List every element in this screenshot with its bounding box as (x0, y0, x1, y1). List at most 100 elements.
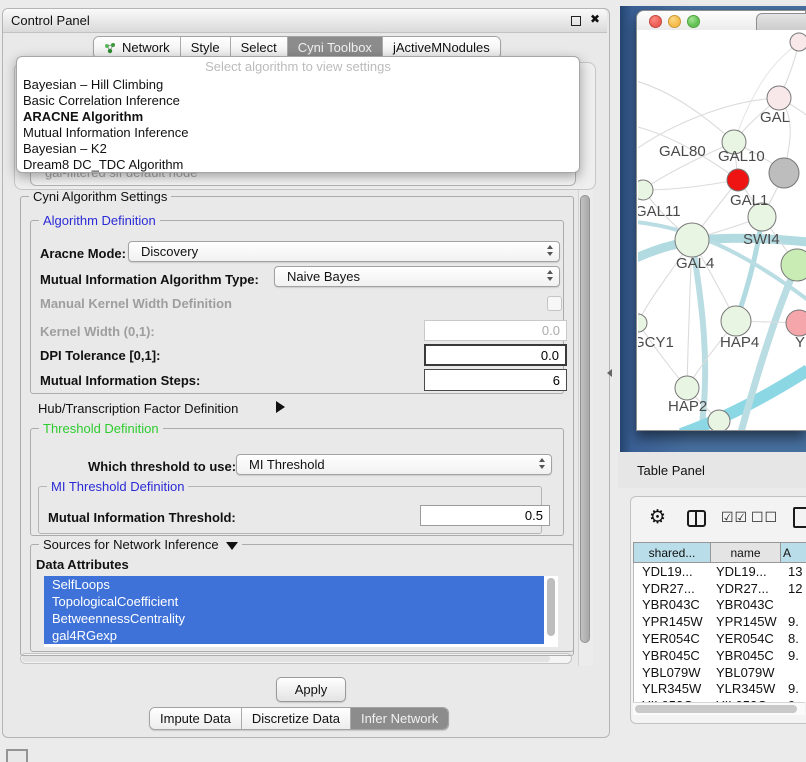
kernel-width-field[interactable]: 0.0 (424, 320, 567, 341)
settings-horizontal-scrollbar-thumb[interactable] (22, 655, 550, 662)
apply-button[interactable]: Apply (276, 677, 346, 702)
select-none-icon[interactable]: ☐☐ (751, 509, 778, 526)
tab-select[interactable]: Select (230, 37, 287, 58)
which-threshold-combo[interactable]: MI Threshold (236, 454, 552, 475)
table-row[interactable]: YBL079WYBL079W (634, 664, 806, 681)
algorithm-dropdown: Select algorithm to view settings Bayesi… (16, 56, 580, 173)
table-row[interactable]: YDR27...YDR27...12 (634, 580, 806, 597)
node-label: GAL1 (730, 192, 768, 209)
network-window-titlebar[interactable] (637, 11, 805, 30)
sources-collapse-arrow-icon[interactable] (226, 542, 238, 550)
tab-infer-network[interactable]: Infer Network (350, 708, 448, 729)
table-horizontal-scrollbar[interactable] (633, 702, 805, 715)
mi-threshold-field[interactable]: 0.5 (420, 505, 550, 526)
tab-jactivemnodules[interactable]: jActiveMNodules (382, 37, 500, 58)
close-traffic-light-icon[interactable] (649, 15, 662, 28)
table-row[interactable]: YBR043CYBR043C (634, 597, 806, 614)
network-node[interactable] (675, 376, 699, 400)
column-header-name[interactable]: name (711, 542, 781, 563)
table-horizontal-scrollbar-thumb[interactable] (635, 705, 797, 713)
network-nodes[interactable] (638, 33, 806, 430)
algorithm-option-selected[interactable]: ARACNE Algorithm (17, 109, 579, 125)
table-row[interactable]: YDL19...YDL19...13 (634, 563, 806, 580)
cell: YDR27... (634, 581, 712, 596)
network-node[interactable] (675, 223, 709, 257)
node-label: GAL11 (638, 203, 681, 220)
network-node[interactable] (638, 314, 647, 332)
table-rows[interactable]: YDL19...YDL19...13 YDR27...YDR27...12 YB… (633, 563, 806, 702)
hub-definition-expander[interactable]: Hub/Transcription Factor Definition (38, 401, 238, 416)
float-icon[interactable] (571, 16, 581, 26)
document-icon[interactable] (793, 507, 806, 528)
attributes-list-scrollbar[interactable] (546, 578, 556, 644)
zoom-traffic-light-icon[interactable] (687, 15, 700, 28)
algorithm-option[interactable]: Dream8 DC_TDC Algorithm (17, 157, 579, 173)
cell: 9. (782, 648, 806, 663)
sources-legend: Sources for Network Inference (39, 537, 242, 552)
split-columns-icon[interactable] (687, 510, 706, 527)
select-all-icon[interactable]: ☑☑ (721, 509, 748, 526)
data-attributes-list[interactable]: SelfLoops TopologicalCoefficient Between… (44, 576, 558, 647)
network-node[interactable] (790, 33, 806, 51)
column-header-partial[interactable]: A (781, 542, 806, 563)
attribute-item-selected[interactable]: BetweennessCentrality (44, 610, 544, 627)
network-node[interactable] (721, 306, 751, 336)
mi-type-value: Naive Bayes (287, 269, 360, 284)
network-node[interactable] (767, 86, 791, 110)
network-node-gray[interactable] (769, 158, 799, 188)
hub-definition-label: Hub/Transcription Factor Definition (38, 401, 238, 416)
cell: 12 (782, 581, 806, 596)
node-label: GCY1 (638, 334, 674, 351)
hub-expander-arrow-icon[interactable] (276, 401, 285, 413)
node-label: HAP2 (668, 398, 707, 415)
table-row[interactable]: YPR145WYPR145W9. (634, 613, 806, 630)
mi-steps-value: 6 (553, 373, 560, 388)
mi-threshold-value: 0.5 (525, 508, 543, 523)
column-header-shared[interactable]: shared... (633, 542, 711, 563)
network-canvas[interactable]: GAL80 GAL10 GAL11 GAL1 SWI4 GAL4 GCY1 HA… (638, 30, 806, 430)
cell: YER054C (634, 631, 712, 646)
close-icon[interactable]: ✖ (590, 12, 600, 26)
network-tab-icon (104, 42, 117, 54)
combo-arrows-icon (547, 270, 553, 281)
mi-steps-field[interactable]: 6 (424, 369, 567, 391)
manual-kernel-checkbox[interactable] (547, 296, 562, 311)
network-view-window[interactable]: GAL80 GAL10 GAL11 GAL1 SWI4 GAL4 GCY1 HA… (636, 10, 806, 431)
minimize-traffic-light-icon[interactable] (668, 15, 681, 28)
tab-style[interactable]: Style (180, 37, 230, 58)
node-label: GAL4 (676, 255, 714, 272)
gear-icon[interactable]: ⚙ (649, 506, 666, 529)
table-row[interactable]: YER054CYER054C8. (634, 630, 806, 647)
control-panel-titlebar[interactable]: Control Panel ✖ (3, 9, 607, 33)
network-node-red[interactable] (727, 169, 749, 191)
table-row[interactable]: YLR345WYLR345W9. (634, 681, 806, 698)
mi-threshold-legend: MI Threshold Definition (47, 479, 188, 494)
settings-vertical-scrollbar[interactable] (578, 190, 593, 666)
aracne-mode-combo[interactable]: Discovery (128, 241, 560, 262)
attribute-item-selected[interactable]: TopologicalCoefficient (44, 593, 544, 610)
algorithm-option[interactable]: Bayesian – Hill Climbing (17, 77, 579, 93)
minimized-panel-icon[interactable] (6, 749, 28, 762)
attributes-list-scrollbar-thumb[interactable] (547, 578, 555, 636)
algorithm-option[interactable]: Basic Correlation Inference (17, 93, 579, 109)
settings-vertical-scrollbar-thumb[interactable] (580, 195, 590, 643)
network-node[interactable] (638, 180, 653, 200)
table-panel-titlebar[interactable]: Table Panel (618, 452, 806, 488)
attribute-item-selected[interactable]: gal4RGexp (44, 627, 544, 644)
tab-impute-data[interactable]: Impute Data (150, 708, 241, 729)
kernel-width-value: 0.0 (542, 323, 560, 338)
algorithm-option[interactable]: Bayesian – K2 (17, 141, 579, 157)
mi-type-combo[interactable]: Naive Bayes (274, 266, 560, 287)
dpi-tolerance-field[interactable]: 0.0 (424, 344, 567, 366)
algorithm-option[interactable]: Mutual Information Inference (17, 125, 579, 141)
network-node[interactable] (781, 249, 806, 281)
table-row[interactable]: YBR045CYBR045C9. (634, 647, 806, 664)
network-node-pink[interactable] (786, 310, 806, 336)
cell: 8. (782, 631, 806, 646)
tab-discretize-data[interactable]: Discretize Data (241, 708, 350, 729)
tab-network[interactable]: Network (94, 37, 180, 58)
panel-splitter-handle[interactable] (607, 369, 612, 377)
attribute-item-selected[interactable]: SelfLoops (44, 576, 544, 593)
tab-cyni-toolbox[interactable]: Cyni Toolbox (287, 37, 382, 58)
network-node[interactable] (708, 410, 730, 430)
